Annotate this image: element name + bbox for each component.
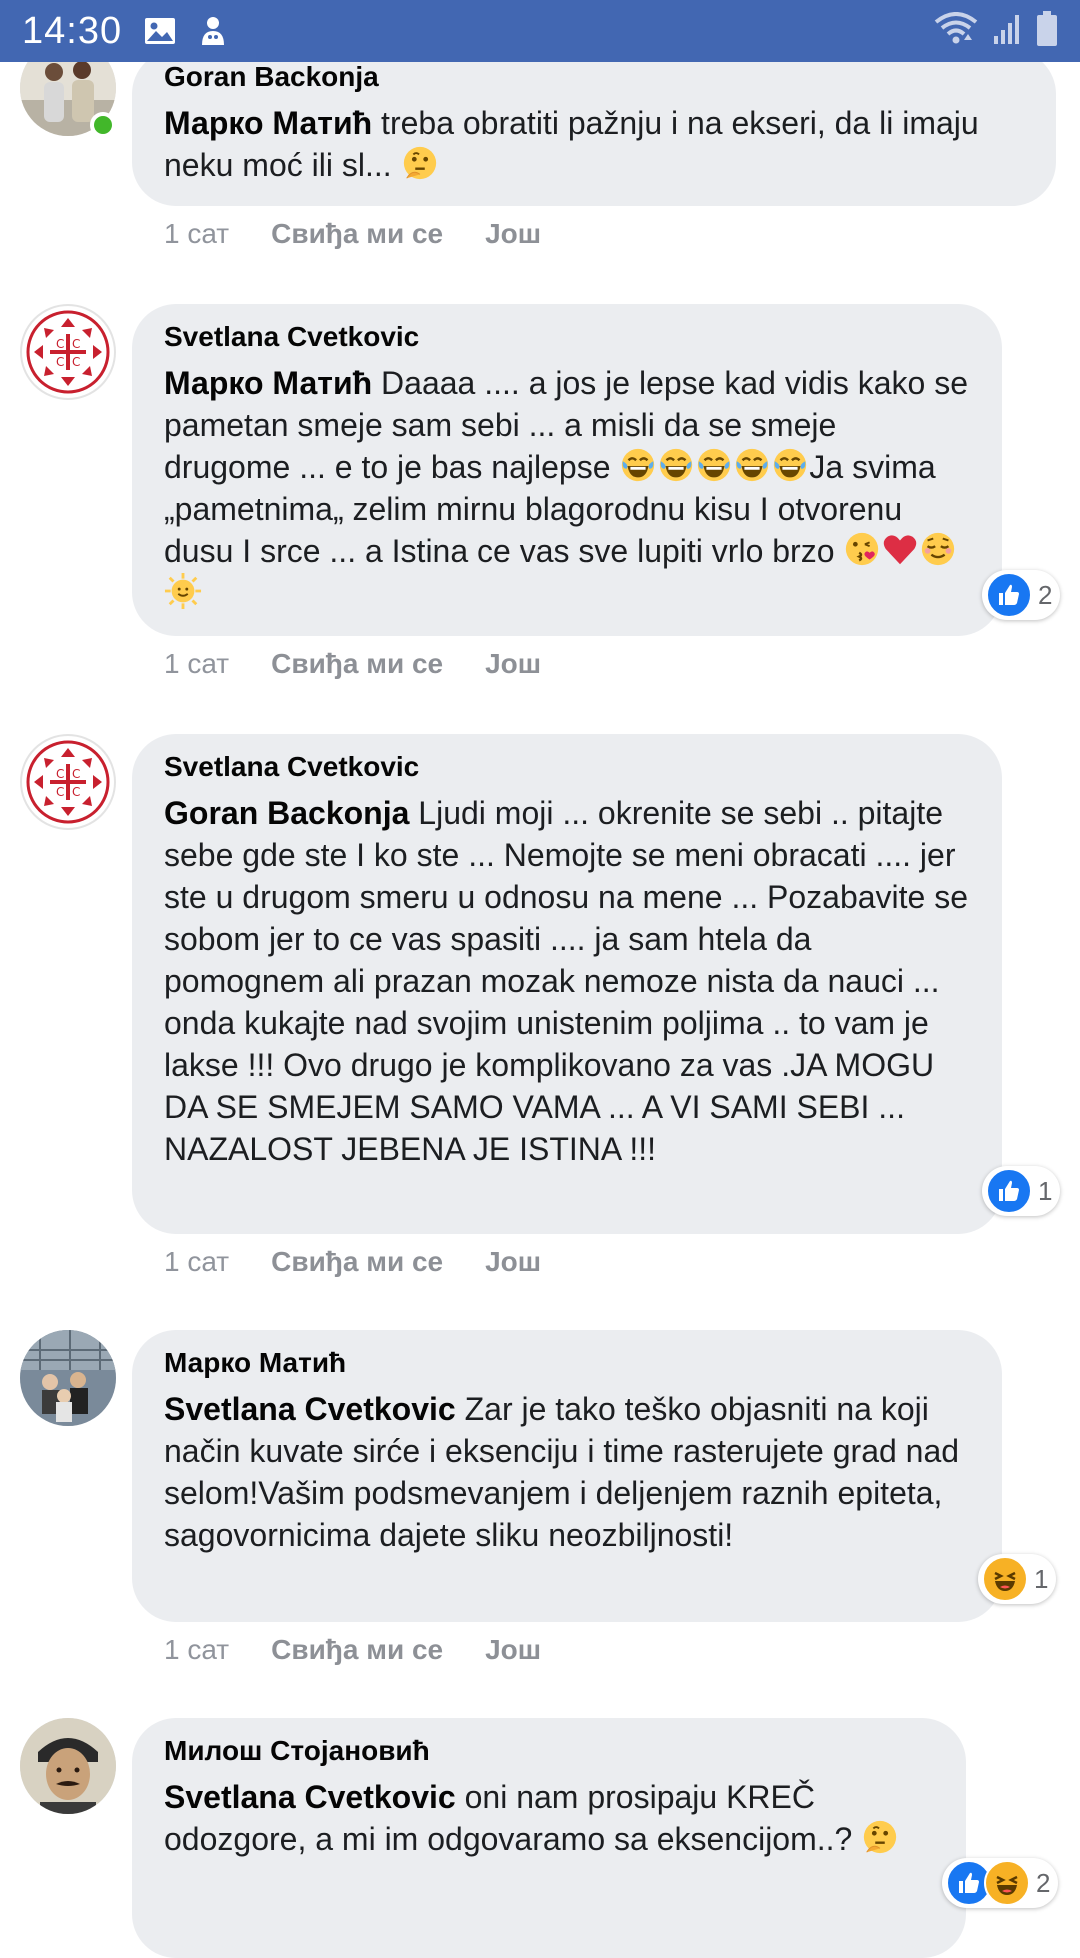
gallery-icon <box>144 17 176 45</box>
battery-icon <box>1036 10 1058 52</box>
svg-text:C: C <box>72 337 80 351</box>
comment-time: 1 сат <box>164 1246 230 1277</box>
comment-text: Марко Матић Daaaa .... a jos je lepse ka… <box>164 362 970 614</box>
status-time: 14:30 <box>22 9 123 52</box>
avatar[interactable] <box>20 1718 116 1814</box>
svg-text:C: C <box>72 767 80 781</box>
haha-reaction-icon <box>982 1556 1028 1602</box>
mention[interactable]: Goran Backonja <box>164 795 409 831</box>
svg-text:C: C <box>56 337 64 351</box>
comment-bubble[interactable]: Марко Матић Svetlana Cvetkovic Zar je ta… <box>132 1330 1002 1622</box>
avatar[interactable]: CCCC <box>20 304 116 400</box>
comment-actions: 1 сат Свиђа ми се Још <box>164 218 583 250</box>
like-button[interactable]: Свиђа ми се <box>271 648 443 680</box>
reaction-count: 1 <box>1034 1563 1049 1594</box>
reaction-count: 1 <box>1038 1175 1053 1206</box>
comment-time: 1 сат <box>164 648 230 679</box>
comment-time: 1 сат <box>164 218 230 249</box>
sun-emoji-icon <box>164 572 202 611</box>
comment-time: 1 сат <box>164 1634 230 1665</box>
mention[interactable]: Марко Матић <box>164 365 372 401</box>
comment-text: Goran Backonja Ljudi moji ... okrenite s… <box>164 795 969 1167</box>
comment-author[interactable]: Марко Матић <box>164 1346 970 1380</box>
relieved-emoji-icon <box>919 532 957 569</box>
mention[interactable]: Svetlana Cvetkovic <box>164 1391 456 1427</box>
more-button[interactable]: Још <box>485 1634 541 1666</box>
reaction-count: 2 <box>1036 1867 1051 1898</box>
svg-text:C: C <box>72 785 80 799</box>
reaction-summary[interactable]: 1 <box>978 1554 1057 1604</box>
like-reaction-icon <box>986 572 1032 618</box>
comment-bubble[interactable]: Goran Backonja Марко Матић treba obratit… <box>132 50 1056 206</box>
notification-icon <box>198 15 228 47</box>
reaction-summary[interactable]: 1 <box>982 1166 1061 1216</box>
online-status-dot <box>90 112 116 138</box>
more-button[interactable]: Још <box>485 1246 541 1278</box>
like-reaction-icon <box>986 1168 1032 1214</box>
svg-text:C: C <box>56 355 64 369</box>
laughing-emoji-icon <box>771 448 809 485</box>
laughing-emoji-icon <box>695 448 733 485</box>
reaction-count: 2 <box>1038 579 1053 610</box>
like-button[interactable]: Свиђа ми се <box>271 218 443 250</box>
reaction-summary[interactable]: 2 <box>982 570 1061 620</box>
svg-text:C: C <box>72 355 80 369</box>
svg-text:C: C <box>56 785 64 799</box>
laughing-emoji-icon <box>733 448 771 485</box>
comment-author[interactable]: Милош Стојановић <box>164 1734 934 1768</box>
like-button[interactable]: Свиђа ми се <box>271 1246 443 1278</box>
comment-actions: 1 сат Свиђа ми се Још <box>164 648 583 680</box>
comment-bubble[interactable]: Svetlana Cvetkovic Goran Backonja Ljudi … <box>132 734 1002 1234</box>
comment-author[interactable]: Goran Backonja <box>164 60 1024 94</box>
heart-icon <box>881 533 919 569</box>
mention[interactable]: Svetlana Cvetkovic <box>164 1779 456 1815</box>
thinking-emoji-icon <box>861 1820 899 1857</box>
haha-reaction-icon <box>984 1860 1030 1906</box>
more-button[interactable]: Још <box>485 218 541 250</box>
comment-text: Марко Матић treba obratiti pažnju i na e… <box>164 105 979 183</box>
like-button[interactable]: Свиђа ми се <box>271 1634 443 1666</box>
status-bar: 14:30 <box>0 0 1080 62</box>
thinking-emoji-icon <box>401 146 439 183</box>
mention[interactable]: Марко Матић <box>164 105 372 141</box>
comment-author[interactable]: Svetlana Cvetkovic <box>164 320 970 354</box>
comment-bubble[interactable]: Svetlana Cvetkovic Марко Матић Daaaa ...… <box>132 304 1002 636</box>
comment-actions: 1 сат Свиђа ми се Још <box>164 1246 583 1278</box>
svg-text:C: C <box>56 767 64 781</box>
wifi-icon <box>934 11 978 51</box>
more-button[interactable]: Још <box>485 648 541 680</box>
reaction-summary[interactable]: 2 <box>942 1858 1059 1908</box>
avatar[interactable] <box>20 1330 116 1426</box>
comment-bubble[interactable]: Милош Стојановић Svetlana Cvetkovic oni … <box>132 1718 966 1958</box>
signal-icon <box>992 12 1022 51</box>
comment-actions: 1 сат Свиђа ми се Још <box>164 1634 583 1666</box>
comment-text: Svetlana Cvetkovic oni nam prosipaju KRE… <box>164 1776 934 1860</box>
avatar[interactable]: CCCC <box>20 734 116 830</box>
laughing-emoji-icon <box>657 448 695 485</box>
laughing-emoji-icon <box>619 448 657 485</box>
comment-author[interactable]: Svetlana Cvetkovic <box>164 750 970 784</box>
comment-text: Svetlana Cvetkovic Zar je tako teško obj… <box>164 1391 960 1553</box>
kiss-emoji-icon <box>843 532 881 569</box>
